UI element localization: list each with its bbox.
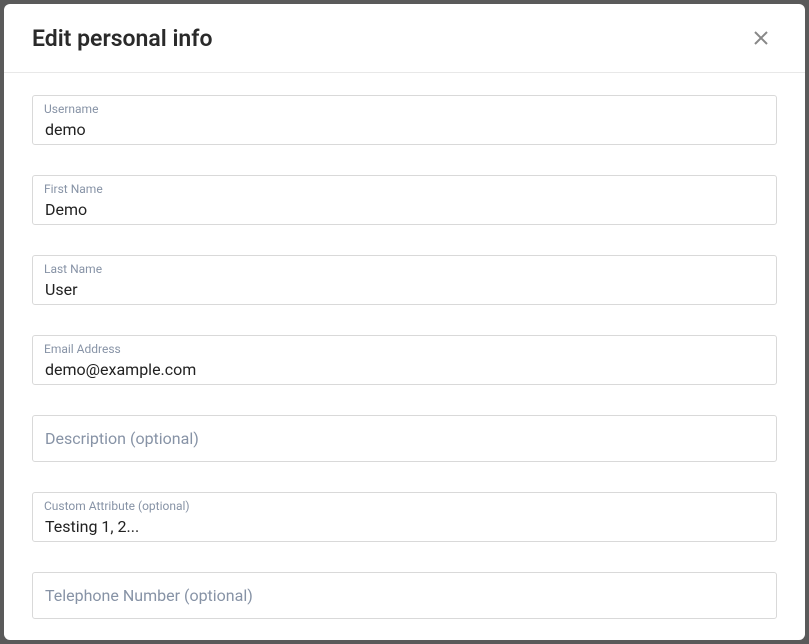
close-button[interactable] — [745, 22, 777, 54]
email-input[interactable] — [32, 335, 777, 385]
username-field: Username — [32, 95, 777, 145]
edit-personal-info-modal: Edit personal info Username First Name L… — [4, 4, 805, 640]
first-name-field: First Name — [32, 175, 777, 225]
email-field: Email Address — [32, 335, 777, 385]
last-name-field: Last Name — [32, 255, 777, 305]
description-field — [32, 415, 777, 462]
description-input[interactable] — [32, 415, 777, 462]
modal-body: Username First Name Last Name Email Addr… — [4, 73, 805, 640]
custom-attribute-input[interactable] — [32, 492, 777, 542]
telephone-input[interactable] — [32, 572, 777, 619]
custom-attribute-field: Custom Attribute (optional) — [32, 492, 777, 542]
telephone-field — [32, 572, 777, 619]
username-input[interactable] — [32, 95, 777, 145]
last-name-input[interactable] — [32, 255, 777, 305]
modal-header: Edit personal info — [4, 4, 805, 73]
first-name-input[interactable] — [32, 175, 777, 225]
modal-title: Edit personal info — [32, 25, 212, 52]
close-icon — [753, 30, 769, 46]
